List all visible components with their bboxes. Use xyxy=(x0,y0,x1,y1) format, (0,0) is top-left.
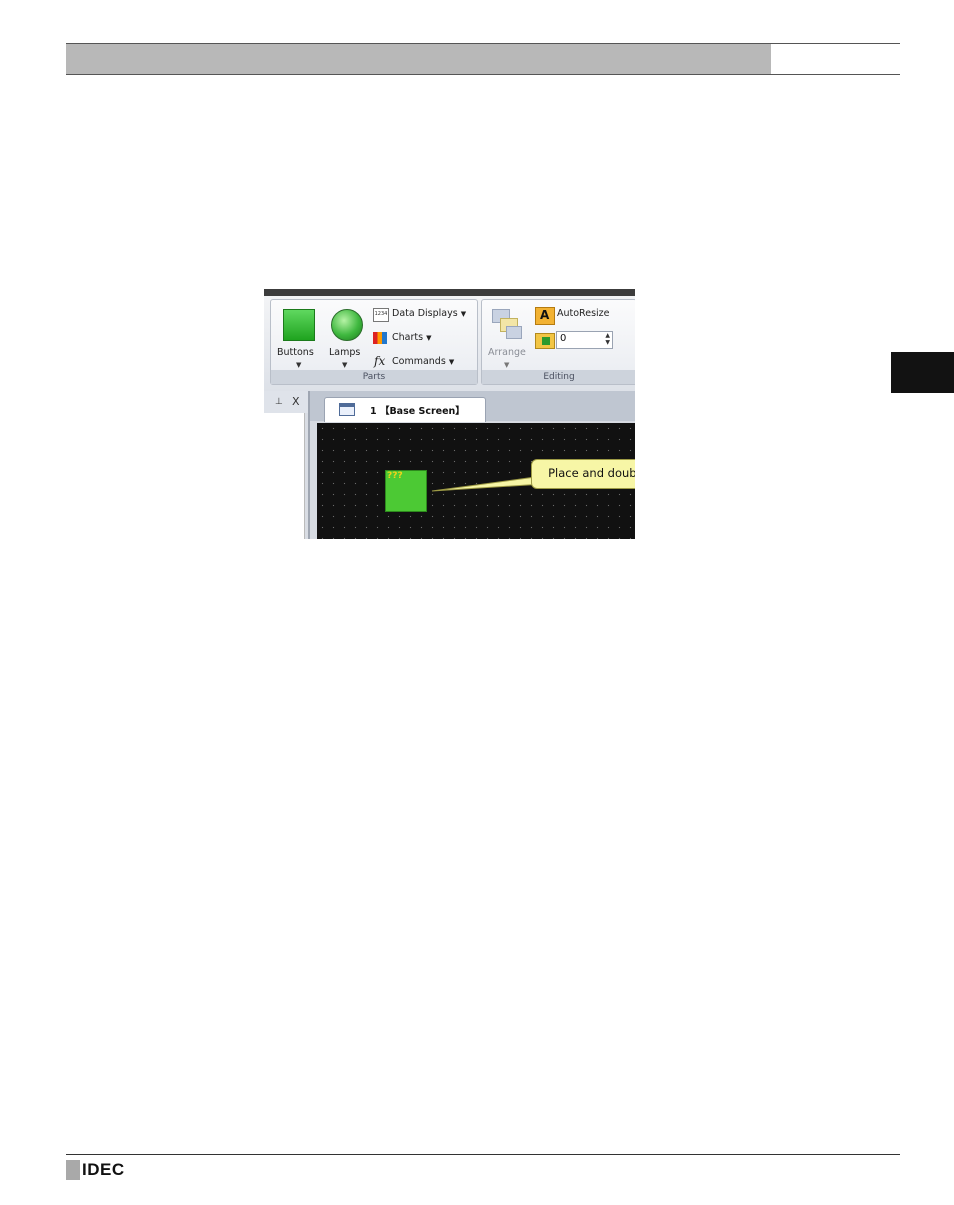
idec-logo: IDEC xyxy=(66,1160,125,1180)
chapter-side-tab xyxy=(891,352,954,393)
logo-text: IDEC xyxy=(82,1160,125,1179)
logo-mark xyxy=(66,1160,80,1180)
callout-tooltip: Place and double click. xyxy=(531,459,635,489)
footer-rule xyxy=(66,1154,900,1155)
software-screenshot: Buttons ▼ Lamps ▼ 1234 Data Displays ▼ C… xyxy=(264,289,635,539)
callout-pointer xyxy=(431,475,544,492)
page-header-bar xyxy=(66,43,900,75)
page-header-shade xyxy=(66,44,771,74)
